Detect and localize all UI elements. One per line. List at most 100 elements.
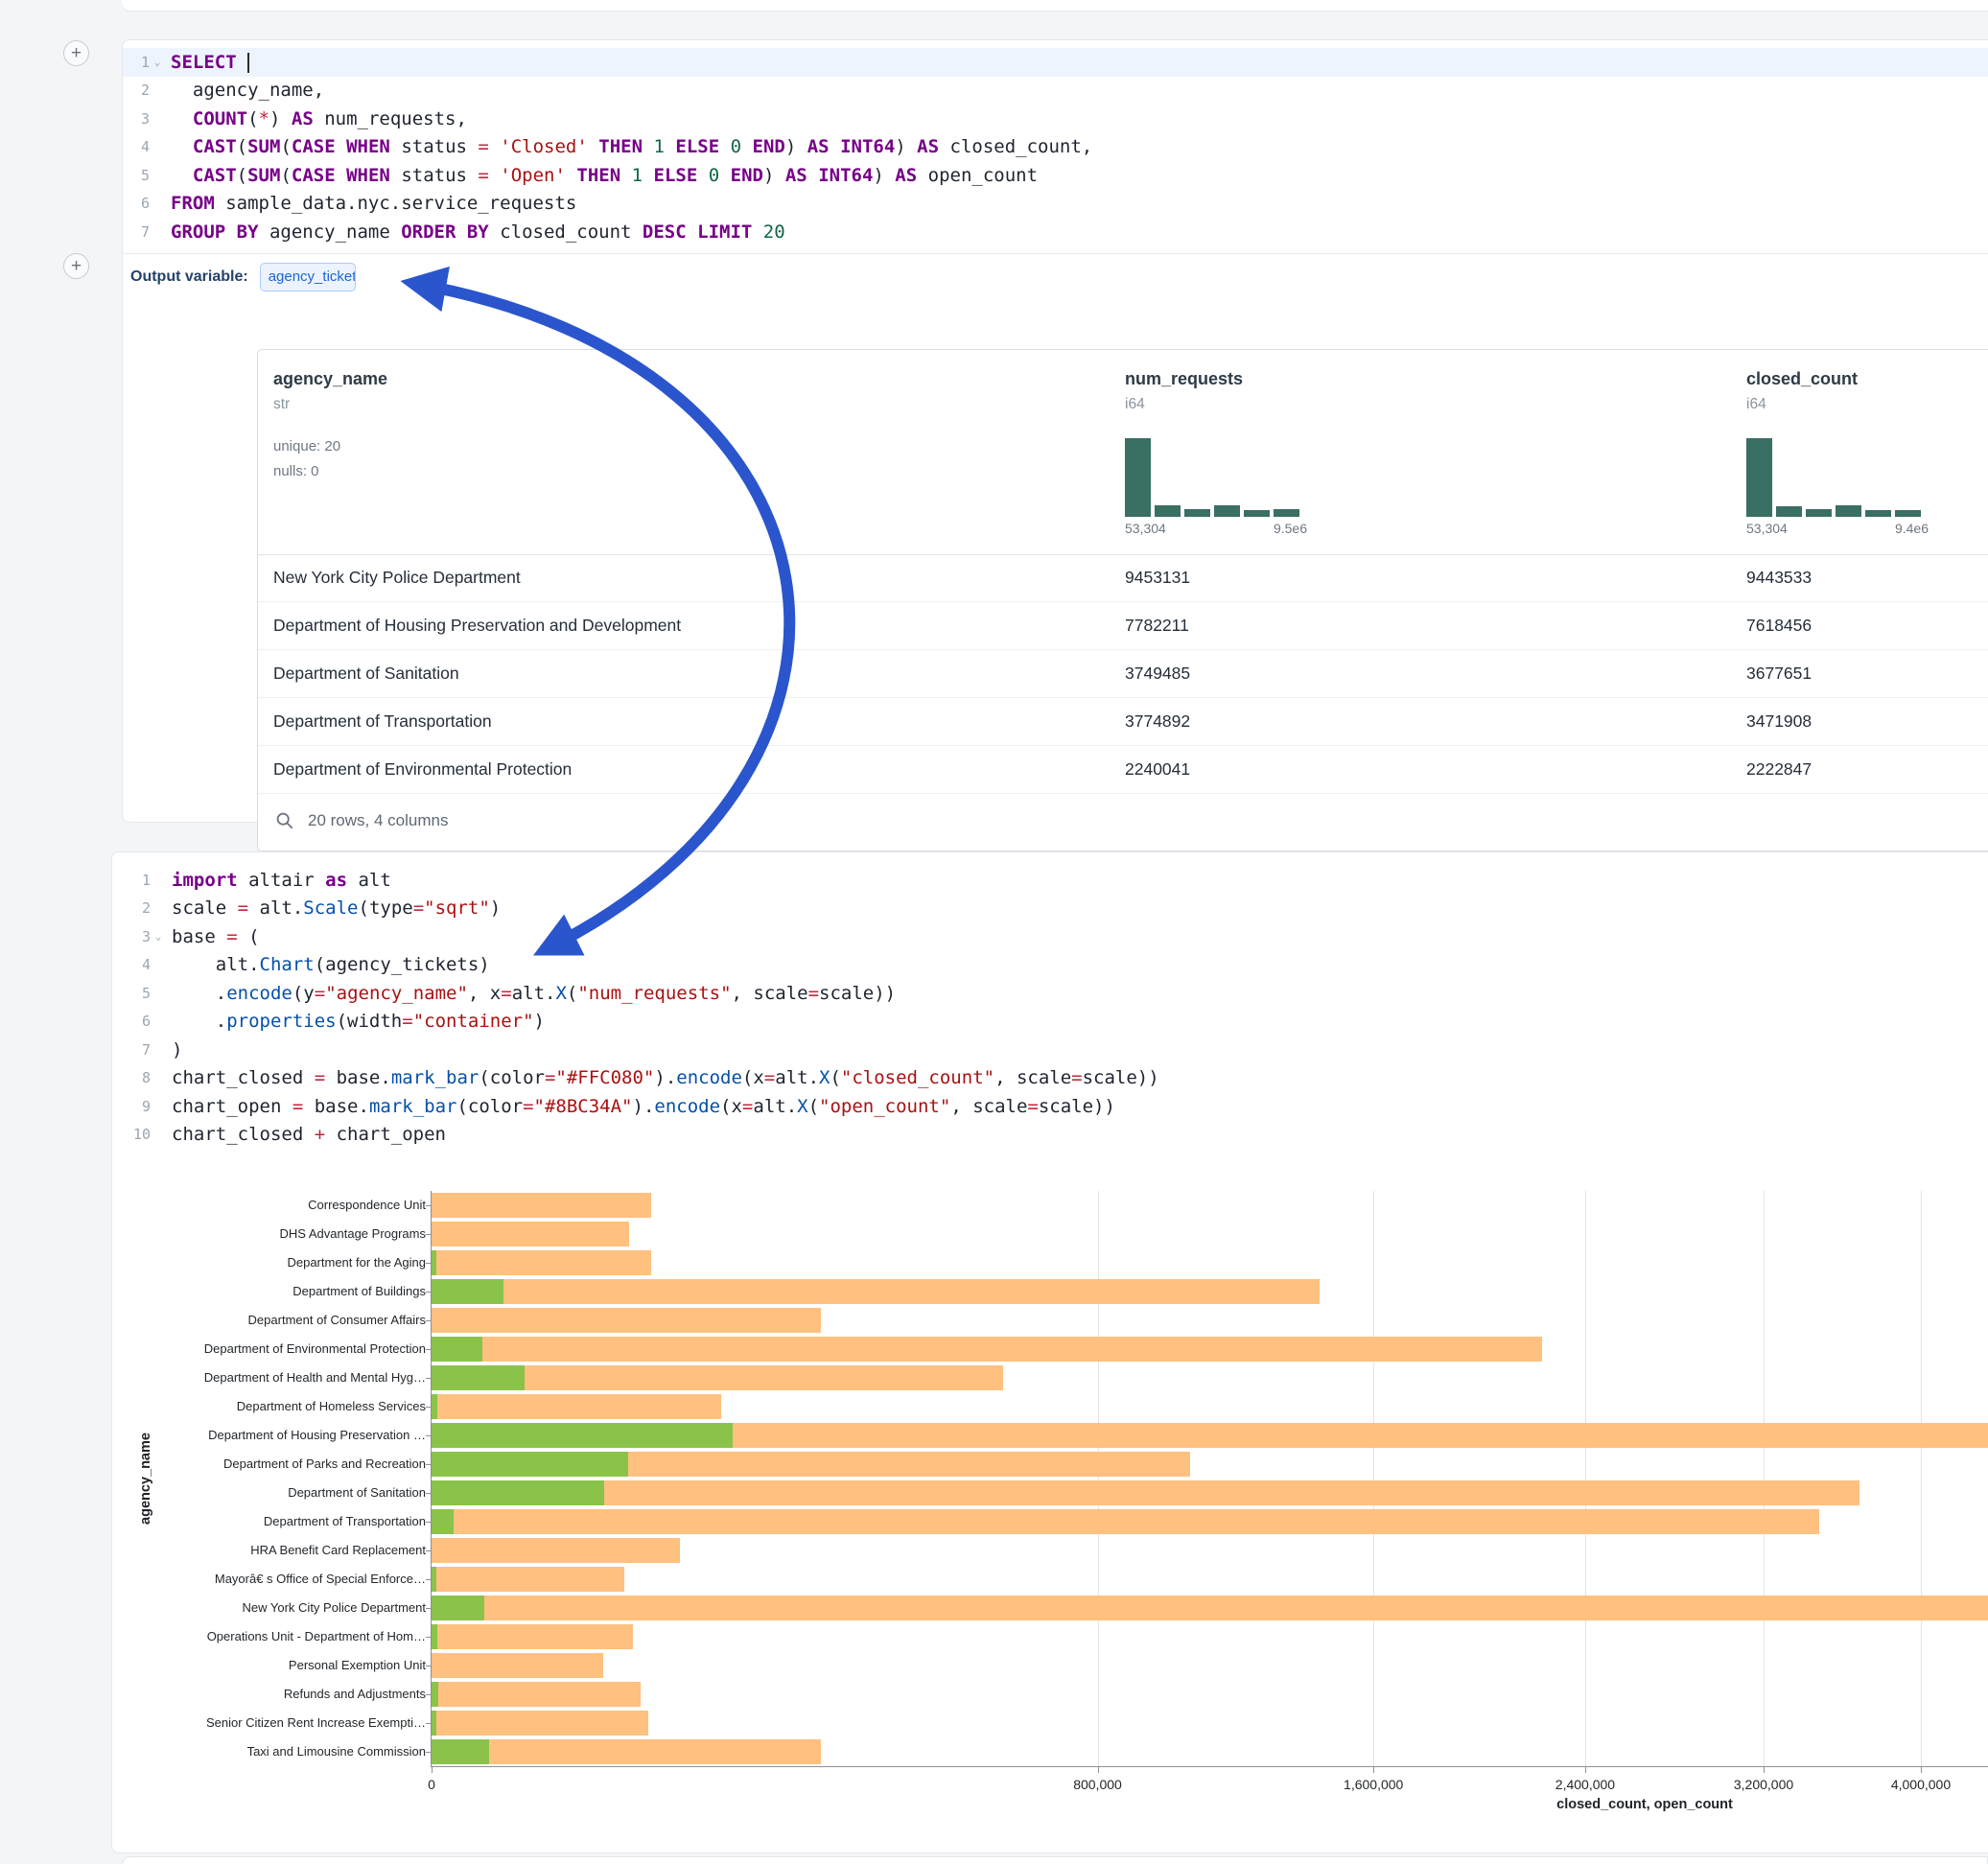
code-token: AS (895, 165, 917, 186)
notebook-page: + + 1⌄SELECT 2 agency_name,3 COUNT(*) AS… (0, 0, 1988, 1864)
code-token: FROM (171, 193, 215, 214)
table-row[interactable]: Department of Sanitation37494853677651 (258, 650, 1988, 698)
code-token: base. (325, 1067, 391, 1088)
code-token: ) (763, 165, 785, 186)
code-line[interactable]: 4 alt.Chart(agency_tickets) (124, 951, 1988, 980)
table-cell: 9453131 (1125, 554, 1190, 601)
x-axis-label: 4,000,000 (1854, 1777, 1988, 1792)
code-token: ( (808, 1096, 819, 1117)
code-text: FROM sample_data.nyc.service_requests (171, 193, 576, 214)
code-text: ) (172, 1039, 182, 1060)
code-token (336, 136, 346, 157)
code-token (171, 136, 193, 157)
results-table-header: agency_namestrunique: 20nulls: 0num_requ… (258, 350, 1988, 555)
code-line[interactable]: 10chart_closed + chart_open (124, 1121, 1988, 1150)
x-axis-title: closed_count, open_count (1405, 1797, 1884, 1812)
code-token: X (797, 1096, 807, 1117)
bar-closed (432, 1682, 641, 1707)
bar-closed (432, 1538, 680, 1563)
code-line[interactable]: 7GROUP BY agency_name ORDER BY closed_co… (123, 218, 1988, 246)
line-number: 3 (142, 928, 151, 945)
y-axis-label: Department of Buildings (153, 1283, 426, 1300)
add-cell-button[interactable]: + (63, 40, 89, 66)
line-number: 6 (141, 195, 150, 212)
code-token: = (523, 1096, 533, 1117)
code-token: scale (172, 897, 238, 919)
code-line[interactable]: 6 .properties(width="container") (124, 1008, 1988, 1037)
code-token (489, 136, 500, 157)
gridline (1585, 1191, 1586, 1766)
code-token: + (315, 1124, 325, 1145)
code-token: ) (490, 897, 501, 919)
bar-closed (432, 1308, 821, 1333)
fold-toggle-icon[interactable]: ⌄ (151, 930, 166, 943)
code-token: = (292, 1096, 303, 1117)
code-line[interactable]: 1⌄SELECT (123, 48, 1988, 77)
x-axis-line (432, 1766, 1988, 1767)
table-row[interactable]: Department of Transportation377489234719… (258, 698, 1988, 746)
table-row[interactable]: New York City Police Department945313194… (258, 554, 1988, 602)
code-line[interactable]: 2scale = alt.Scale(type="sqrt") (124, 895, 1988, 923)
code-token: LIMIT (697, 221, 752, 243)
code-text: SELECT (171, 52, 249, 73)
code-token: ( (830, 1067, 840, 1088)
y-axis-tick (426, 1320, 432, 1321)
x-axis-tick (1098, 1767, 1099, 1773)
code-line[interactable]: 4 CAST(SUM(CASE WHEN status = 'Closed' T… (123, 133, 1988, 162)
bar-closed (432, 1653, 603, 1678)
code-token: alt. (775, 1067, 819, 1088)
code-token: 'Closed' (500, 136, 588, 157)
bar-open (432, 1509, 454, 1534)
code-token: ). (633, 1096, 655, 1117)
row-column-count: 20 rows, 4 columns (308, 811, 448, 830)
code-line[interactable]: 3⌄base = ( (124, 922, 1988, 951)
code-line[interactable]: 6 FROM sample_data.nyc.service_requests (123, 190, 1988, 219)
code-token: WHEN (346, 165, 390, 186)
code-token: 'Open' (500, 165, 566, 186)
bar-open (432, 1739, 489, 1764)
sql-editor[interactable]: 1⌄SELECT 2 agency_name,3 COUNT(*) AS num… (123, 48, 1988, 246)
bar-open (432, 1567, 436, 1592)
code-line[interactable]: 7) (124, 1036, 1988, 1064)
table-cell: 2240041 (1125, 746, 1190, 793)
bar-closed (432, 1480, 1859, 1505)
code-line[interactable]: 2 agency_name, (123, 77, 1988, 105)
fold-toggle-icon[interactable]: ⌄ (150, 56, 165, 68)
table-cell: 3749485 (1125, 650, 1190, 697)
code-token (719, 165, 730, 186)
code-line[interactable]: 3 COUNT(*) AS num_requests, (123, 105, 1988, 133)
y-axis-tick (426, 1522, 432, 1523)
code-token: num_requests, (314, 108, 467, 129)
chart-plot-area (432, 1191, 1988, 1766)
table-cell: 3677651 (1746, 650, 1812, 697)
bar-open (432, 1337, 482, 1362)
code-line[interactable]: 5 CAST(SUM(CASE WHEN status = 'Open' THE… (123, 161, 1988, 190)
x-axis-tick (1921, 1767, 1922, 1773)
code-token: alt. (512, 983, 556, 1004)
code-token: ORDER BY (401, 221, 489, 243)
code-token: 20 (763, 221, 785, 243)
code-token: encode (226, 983, 292, 1004)
y-axis-label: Department of Transportation (153, 1513, 426, 1530)
code-token: CASE (292, 165, 336, 186)
y-axis-label: Mayorâ€ s Office of Special Enforce… (153, 1571, 426, 1588)
code-token: alt (347, 870, 391, 891)
gridline (1921, 1191, 1922, 1766)
code-token: ( (237, 136, 247, 157)
code-token: X (555, 983, 566, 1004)
search-icon[interactable] (275, 811, 294, 830)
python-editor[interactable]: 1import altair as alt2scale = alt.Scale(… (112, 866, 1988, 1149)
histogram-bar (1806, 509, 1832, 517)
add-cell-button[interactable]: + (63, 253, 89, 279)
code-token: INT64 (840, 136, 895, 157)
code-token: , scale (994, 1067, 1071, 1088)
output-variable-chip[interactable]: agency_tickets (260, 263, 356, 291)
code-line[interactable]: 9chart_open = base.mark_bar(color="#8BC3… (124, 1092, 1988, 1121)
code-token: "num_requests" (577, 983, 731, 1004)
code-line[interactable]: 1import altair as alt (124, 866, 1988, 895)
code-line[interactable]: 5 .encode(y="agency_name", x=alt.X("num_… (124, 979, 1988, 1008)
code-line[interactable]: 8chart_closed = base.mark_bar(color="#FF… (124, 1064, 1988, 1093)
table-row[interactable]: Department of Housing Preservation and D… (258, 602, 1988, 650)
table-row[interactable]: Department of Environmental Protection22… (258, 746, 1988, 794)
code-token: sample_data.nyc.service_requests (215, 193, 577, 214)
